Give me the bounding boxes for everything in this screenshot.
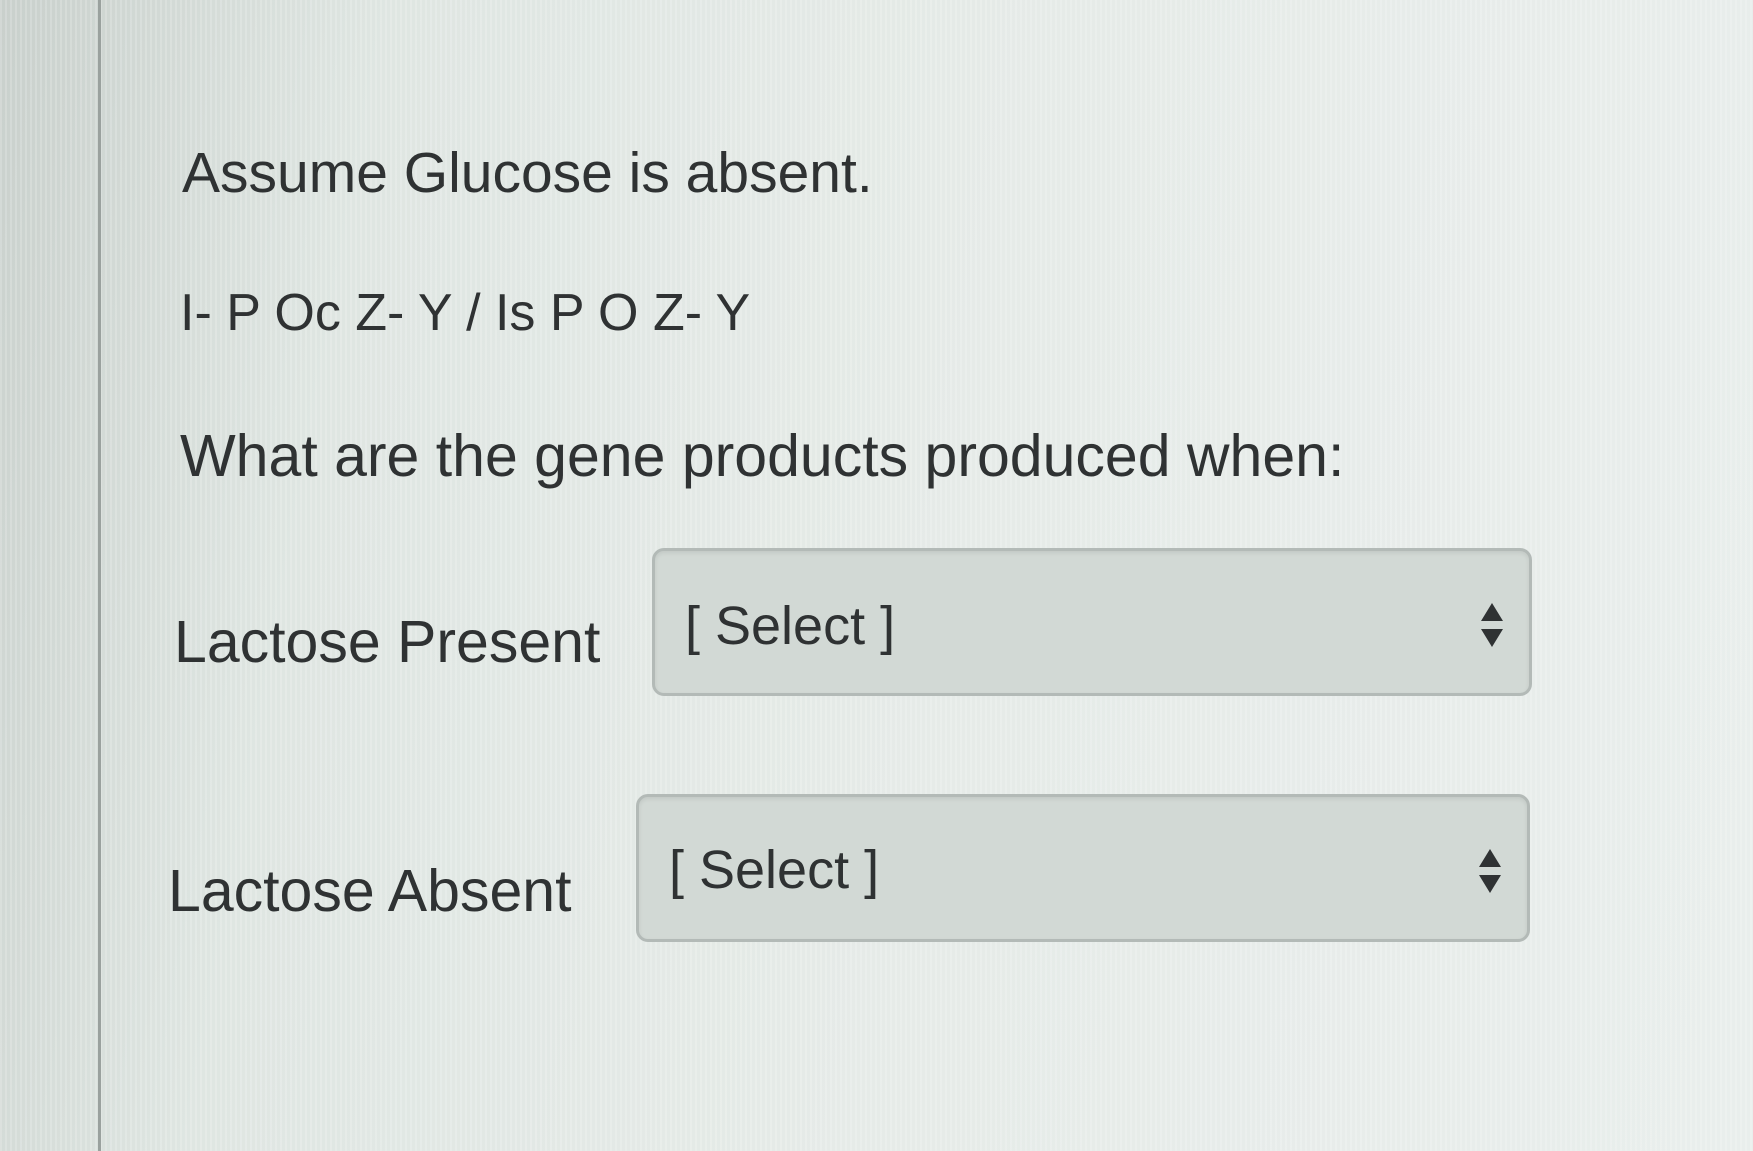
select-value: [ Select ] [685,596,896,656]
content-left-border [98,0,101,1151]
lactose-present-label: Lactose Present [174,609,601,675]
lactose-present-select[interactable]: [ Select ] [652,548,1532,696]
lactose-absent-select[interactable]: [ Select ] [636,794,1530,942]
lactose-absent-label: Lactose Absent [168,858,572,924]
select-value: [ Select ] [669,840,880,900]
up-down-arrows-icon [1481,603,1503,647]
question-heading: Assume Glucose is absent. [182,141,873,205]
question-prompt: What are the gene products produced when… [180,423,1345,489]
genotype-text: I- P Oc Z- Y / Is P O Z- Y [180,284,751,342]
up-down-arrows-icon [1479,849,1501,893]
